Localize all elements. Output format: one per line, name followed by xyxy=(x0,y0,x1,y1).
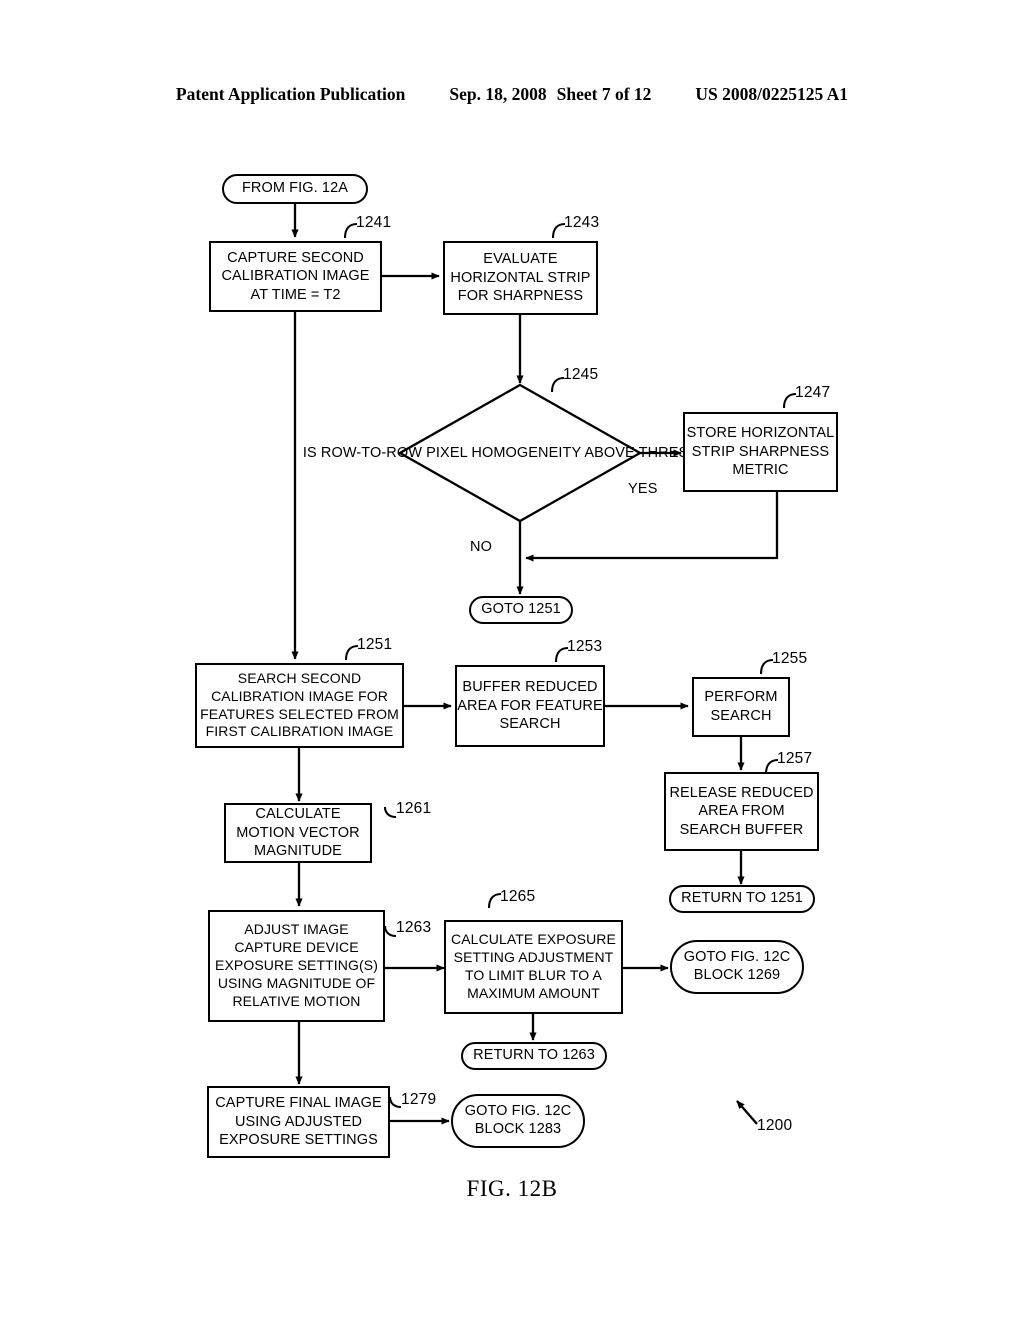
process-1279-capture-final-image[interactable]: CAPTURE FINAL IMAGE USING ADJUSTED EXPOS… xyxy=(207,1086,390,1158)
process-1261-line2: MOTION VECTOR xyxy=(236,824,360,841)
terminator-goto-fig-12c-block-1269[interactable]: GOTO FIG. 12C BLOCK 1269 xyxy=(670,940,804,994)
process-1265-calculate-exposure-setting-adjustment[interactable]: CALCULATE EXPOSURE SETTING ADJUSTMENT TO… xyxy=(444,920,623,1014)
process-1241-capture-second-calibration-image[interactable]: CAPTURE SECOND CALIBRATION IMAGE AT TIME… xyxy=(209,241,382,312)
process-1255-perform-search[interactable]: PERFORM SEARCH xyxy=(692,677,790,737)
process-1243-line2: HORIZONTAL STRIP xyxy=(450,269,591,286)
process-1261-line1: CALCULATE xyxy=(255,806,341,823)
ref-numeral-1265: 1265 xyxy=(500,888,536,905)
process-1241-line1: CAPTURE SECOND xyxy=(227,249,364,266)
process-1251-line4: FIRST CALIBRATION IMAGE xyxy=(205,723,394,740)
process-1253-line2: AREA FOR FEATURE xyxy=(457,697,603,714)
terminator-goto-1251-line1: GOTO 1251 xyxy=(481,601,561,618)
ref-numeral-1247: 1247 xyxy=(795,384,831,401)
ref-numeral-1245: 1245 xyxy=(563,366,599,383)
process-1261-calculate-motion-vector-magnitude[interactable]: CALCULATE MOTION VECTOR MAGNITUDE xyxy=(224,803,372,863)
process-1241-line3: AT TIME = T2 xyxy=(250,286,341,303)
process-1241-line2: CALIBRATION IMAGE xyxy=(221,268,370,285)
process-1279-line1: CAPTURE FINAL IMAGE xyxy=(215,1095,382,1112)
process-1263-line1: ADJUST IMAGE xyxy=(244,921,349,938)
process-1265-line3: TO LIMIT BLUR TO A xyxy=(465,967,602,983)
process-1243-line3: FOR SHARPNESS xyxy=(457,288,584,305)
flowchart-figure: FROM FIG. 12A 1241 CAPTURE SECOND CALIBR… xyxy=(0,0,1024,1320)
process-1257-line3: SEARCH BUFFER xyxy=(679,821,804,838)
process-1265-line4: MAXIMUM AMOUNT xyxy=(467,984,600,1001)
terminator-goto-1251[interactable]: GOTO 1251 xyxy=(469,596,573,624)
terminator-from-fig-12a-line1: FROM FIG. 12A xyxy=(241,180,349,197)
process-1279-line3: EXPOSURE SETTINGS xyxy=(219,1132,378,1149)
ref-numeral-1261: 1261 xyxy=(396,800,432,817)
ref-numeral-1255: 1255 xyxy=(772,650,808,667)
process-1255-line1: PERFORM xyxy=(704,689,778,706)
ref-numeral-1279: 1279 xyxy=(401,1091,437,1108)
decision-1245-line2: PIXEL xyxy=(426,444,468,461)
terminator-1269-line1: GOTO FIG. 12C xyxy=(683,949,791,966)
terminator-return-to-1263-line1: RETURN TO 1263 xyxy=(473,1047,595,1064)
terminator-1283-line2: BLOCK 1283 xyxy=(474,1121,562,1137)
decision-1245-line3: HOMOGENEITY xyxy=(471,444,581,461)
process-1265-line2: SETTING ADJUSTMENT xyxy=(453,949,614,966)
process-1243-evaluate-horizontal-strip[interactable]: EVALUATE HORIZONTAL STRIP FOR SHARPNESS xyxy=(443,241,598,315)
terminator-return-to-1263[interactable]: RETURN TO 1263 xyxy=(461,1042,607,1070)
ref-numeral-1241: 1241 xyxy=(356,214,392,231)
process-1263-line4: USING MAGNITUDE OF xyxy=(217,974,376,991)
process-1247-store-horizontal-strip-sharpness-metric[interactable]: STORE HORIZONTAL STRIP SHARPNESS METRIC xyxy=(683,412,838,492)
ref-numeral-1257: 1257 xyxy=(777,750,813,767)
process-1255-line2: SEARCH xyxy=(710,708,772,724)
process-1253-line3: SEARCH xyxy=(499,716,561,733)
process-1263-line3: EXPOSURE SETTING(S) xyxy=(215,957,378,974)
process-1257-line1: RELEASE REDUCED xyxy=(669,784,814,801)
process-1251-line2: CALIBRATION IMAGE FOR xyxy=(211,687,388,704)
ref-numeral-1200: 1200 xyxy=(757,1117,793,1134)
ref-numeral-1253: 1253 xyxy=(567,638,603,655)
process-1247-line2: STRIP SHARPNESS xyxy=(691,443,830,460)
process-1279-line2: USING ADJUSTED xyxy=(234,1113,363,1130)
edge-label-yes: YES xyxy=(628,481,658,497)
terminator-1283-line1: GOTO FIG. 12C xyxy=(464,1103,572,1120)
terminator-return-to-1251[interactable]: RETURN TO 1251 xyxy=(669,885,815,913)
process-1243-line1: EVALUATE xyxy=(483,251,558,268)
process-1265-line1: CALCULATE EXPOSURE xyxy=(451,931,616,948)
decision-1245-text: IS ROW-TO-ROW PIXEL HOMOGENEITY ABOVE TH… xyxy=(303,444,737,463)
process-1251-line3: FEATURES SELECTED FROM xyxy=(200,705,399,722)
terminator-1269-line2: BLOCK 1269 xyxy=(693,967,781,983)
process-1253-buffer-reduced-area[interactable]: BUFFER REDUCED AREA FOR FEATURE SEARCH xyxy=(455,665,605,747)
ref-numeral-1263: 1263 xyxy=(396,919,432,936)
process-1263-adjust-exposure-settings[interactable]: ADJUST IMAGE CAPTURE DEVICE EXPOSURE SET… xyxy=(208,910,385,1022)
process-1263-line2: CAPTURE DEVICE xyxy=(234,939,359,956)
decision-1245-line1: IS ROW-TO-ROW xyxy=(302,444,423,461)
process-1263-line5: RELATIVE MOTION xyxy=(232,992,361,1009)
ref-numeral-1243: 1243 xyxy=(564,214,600,231)
figure-caption: FIG. 12B xyxy=(466,1176,558,1201)
process-1251-line1: SEARCH SECOND xyxy=(237,669,362,686)
decision-1245-pixel-homogeneity[interactable]: IS ROW-TO-ROW PIXEL HOMOGENEITY ABOVE TH… xyxy=(303,383,737,523)
edge-label-no: NO xyxy=(470,539,493,555)
process-1253-line1: BUFFER REDUCED xyxy=(462,679,598,696)
terminator-from-fig-12a[interactable]: FROM FIG. 12A xyxy=(222,174,368,204)
terminator-return-to-1251-line1: RETURN TO 1251 xyxy=(681,890,803,907)
terminator-goto-fig-12c-block-1283[interactable]: GOTO FIG. 12C BLOCK 1283 xyxy=(451,1094,585,1148)
process-1251-search-second-calibration-image[interactable]: SEARCH SECOND CALIBRATION IMAGE FOR FEAT… xyxy=(195,663,404,748)
process-1257-line2: AREA FROM xyxy=(698,803,785,820)
process-1257-release-reduced-area[interactable]: RELEASE REDUCED AREA FROM SEARCH BUFFER xyxy=(664,772,819,851)
process-1261-line3: MAGNITUDE xyxy=(254,843,342,860)
process-1247-line1: STORE HORIZONTAL xyxy=(686,425,835,442)
process-1247-line3: METRIC xyxy=(732,462,789,479)
ref-numeral-1251: 1251 xyxy=(357,636,393,653)
